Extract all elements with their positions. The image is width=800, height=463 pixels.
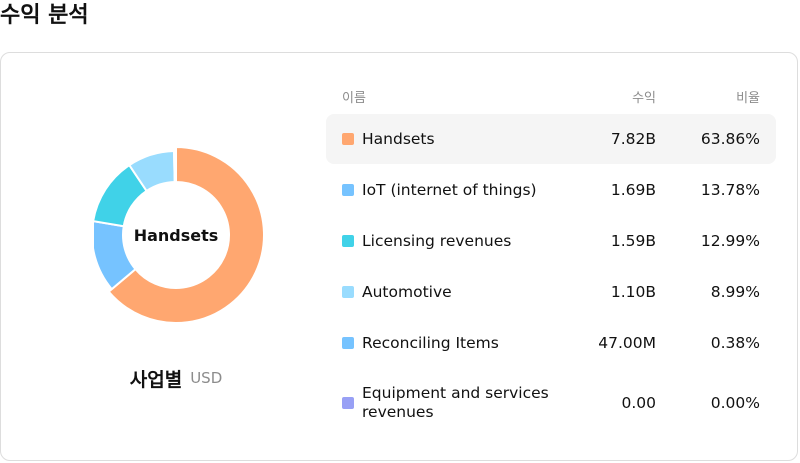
chart-caption: 사업별 USD (1, 363, 351, 393)
legend-swatch (342, 397, 354, 409)
legend-swatch (342, 337, 354, 349)
legend-row[interactable]: Licensing revenues 1.59B 12.99% (326, 216, 776, 266)
legend-revenue: 1.10B (610, 283, 656, 301)
revenue-card: Handsets 사업별 USD 이름 수익 비율 Handsets 7.82B 6… (0, 52, 798, 461)
legend-percent: 63.86% (700, 130, 760, 148)
legend-row[interactable]: Reconciling Items 47.00M 0.38% (326, 318, 776, 368)
legend-percent: 13.78% (700, 181, 760, 199)
legend-name: Reconciling Items (362, 333, 499, 352)
legend-name: Equipment and services revenues (362, 384, 549, 421)
column-header-name: 이름 (342, 91, 366, 106)
legend-name: Automotive (362, 282, 452, 301)
legend-percent: 0.00% (710, 394, 760, 412)
legend-swatch (342, 133, 354, 145)
legend-table-header: 이름 수익 비율 (326, 83, 776, 107)
legend-percent: 12.99% (700, 232, 760, 250)
legend-revenue: 1.69B (610, 181, 656, 199)
legend-name: Handsets (362, 129, 435, 148)
legend-name: Licensing revenues (362, 231, 512, 250)
legend-revenue: 47.00M (598, 334, 656, 352)
donut-center-label: Handsets (133, 225, 219, 245)
legend-row[interactable]: Equipment and services revenues 0.00 0.00% (326, 378, 776, 428)
legend-name: IoT (internet of things) (362, 180, 537, 199)
column-header-percent: 비율 (736, 91, 760, 106)
chart-caption-unit: USD (190, 369, 223, 387)
legend-swatch (342, 286, 354, 298)
legend-row[interactable]: Handsets 7.82B 63.86% (326, 114, 776, 164)
page-title: 수익 분석 (0, 3, 89, 28)
donut-chart: Handsets (94, 145, 266, 325)
legend-revenue: 0.00 (621, 394, 656, 412)
legend-row[interactable]: IoT (internet of things) 1.69B 13.78% (326, 165, 776, 215)
column-header-revenue: 수익 (632, 91, 656, 106)
legend-percent: 8.99% (710, 283, 760, 301)
legend-swatch (342, 235, 354, 247)
legend-row[interactable]: Automotive 1.10B 8.99% (326, 267, 776, 317)
legend-swatch (342, 184, 354, 196)
legend-revenue: 7.82B (610, 130, 656, 148)
chart-caption-title: 사업별 (129, 368, 183, 391)
legend-percent: 0.38% (710, 334, 760, 352)
legend-revenue: 1.59B (610, 232, 656, 250)
